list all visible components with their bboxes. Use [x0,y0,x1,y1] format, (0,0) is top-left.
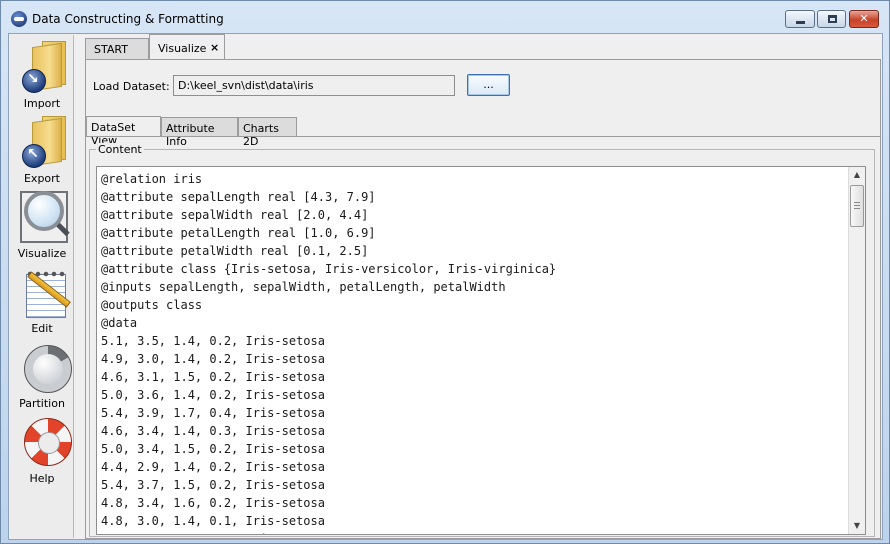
sidebar-item-label: Help [29,472,55,485]
tab-start[interactable]: START [85,38,149,59]
content-line: 4.6, 3.1, 1.5, 0.2, Iris-setosa [101,370,325,384]
sidebar-item-label: Visualize [17,247,67,260]
title-bar[interactable]: Data Constructing & Formatting ✕ [1,1,889,33]
content-line: 4.9, 3.0, 1.4, 0.2, Iris-setosa [101,352,325,366]
content-line: @attribute petalLength real [1.0, 6.9] [101,226,376,240]
sidebar-item-edit[interactable]: Edit [10,262,74,336]
content-line: @relation iris [101,172,203,186]
lifebuoy-icon [20,416,72,468]
content-line: 4.8, 3.4, 1.6, 0.2, Iris-setosa [101,496,325,510]
client-area: Import Export Visualize Edit [8,33,883,540]
scrollbar-thumb[interactable] [850,185,864,227]
app-window: Data Constructing & Formatting ✕ Import … [0,0,890,544]
sidebar-item-help[interactable]: Help [10,412,74,486]
sidebar: Import Export Visualize Edit [10,35,74,538]
sidebar-item-label: Partition [19,397,65,410]
dataset-view-panel: Content @relation iris @attribute sepalLe… [86,136,880,538]
content-legend: Content [96,143,144,156]
minimize-button[interactable] [785,10,815,28]
content-line: @outputs class [101,298,203,312]
import-folder-icon [20,41,68,93]
content-line: 5.0, 3.6, 1.4, 0.2, Iris-setosa [101,388,325,402]
content-line: @data [101,316,138,330]
close-window-button[interactable]: ✕ [849,10,879,28]
content-text-area[interactable]: @relation iris @attribute sepalLength rea… [96,166,866,535]
content-line: 5.1, 3.5, 1.4, 0.2, Iris-setosa [101,334,325,348]
export-folder-icon [20,116,68,168]
minimize-icon [796,21,805,24]
notepad-pencil-icon [20,266,71,318]
tab-label: START [94,43,128,56]
maximize-icon [828,15,837,23]
tab-visualize[interactable]: Visualize × [149,34,225,60]
browse-button[interactable]: ... [467,74,510,96]
content-line: 4.8, 3.0, 1.4, 0.1, Iris-setosa [101,514,325,528]
content-line: @attribute sepalWidth real [2.0, 4.4] [101,208,369,222]
content-line: 4.4, 2.9, 1.4, 0.2, Iris-setosa [101,460,325,474]
content-line: @attribute class {Iris-setosa, Iris-vers… [101,262,557,276]
content-line: 5.0, 3.4, 1.5, 0.2, Iris-setosa [101,442,325,456]
maximize-button[interactable] [817,10,846,28]
content-line: 5.4, 3.7, 1.5, 0.2, Iris-setosa [101,478,325,492]
tab-label: Visualize [158,42,207,55]
scroll-up-arrow-icon[interactable]: ▲ [849,167,865,183]
magnifier-icon [20,191,70,243]
content-line: 5.4, 3.9, 1.7, 0.4, Iris-setosa [101,406,325,420]
window-title: Data Constructing & Formatting [32,12,224,26]
sidebar-item-visualize[interactable]: Visualize [10,187,74,261]
sidebar-item-label: Export [23,172,60,185]
tab-dataset-view[interactable]: DataSet View [86,116,161,147]
load-dataset-label: Load Dataset: [93,80,170,93]
visualize-panel: Load Dataset: D:\keel_svn\dist\data\iris… [85,59,881,539]
content-group: Content @relation iris @attribute sepalLe… [89,143,875,537]
sidebar-item-label: Import [23,97,61,110]
sidebar-item-import[interactable]: Import [10,37,74,111]
content-line: @attribute petalWidth real [0.1, 2.5] [101,244,369,258]
content-line: @attribute sepalLength real [4.3, 7.9] [101,190,376,204]
close-tab-icon[interactable]: × [210,41,219,54]
content-line: 4.3, 3.0, 1.1, 0.1, Iris-setosa [101,530,853,534]
content-line: @inputs sepalLength, sepalWidth, petalLe… [101,280,506,294]
content-line: 4.6, 3.4, 1.4, 0.3, Iris-setosa [101,424,325,438]
tab-charts-2d[interactable]: Charts 2D [238,117,297,148]
tab-attribute-info[interactable]: Attribute Info [161,117,238,148]
content-lines: @relation iris @attribute sepalLength rea… [101,170,853,534]
scroll-down-arrow-icon[interactable]: ▼ [849,518,865,534]
pie-icon [20,341,72,393]
vertical-scrollbar[interactable]: ▲ ▼ [848,167,865,534]
sidebar-item-export[interactable]: Export [10,112,74,186]
sidebar-item-partition[interactable]: Partition [10,337,74,411]
app-logo-icon [11,11,27,27]
dataset-path-field[interactable]: D:\keel_svn\dist\data\iris [173,75,455,96]
close-icon: ✕ [859,12,869,25]
sidebar-item-label: Edit [31,322,53,335]
